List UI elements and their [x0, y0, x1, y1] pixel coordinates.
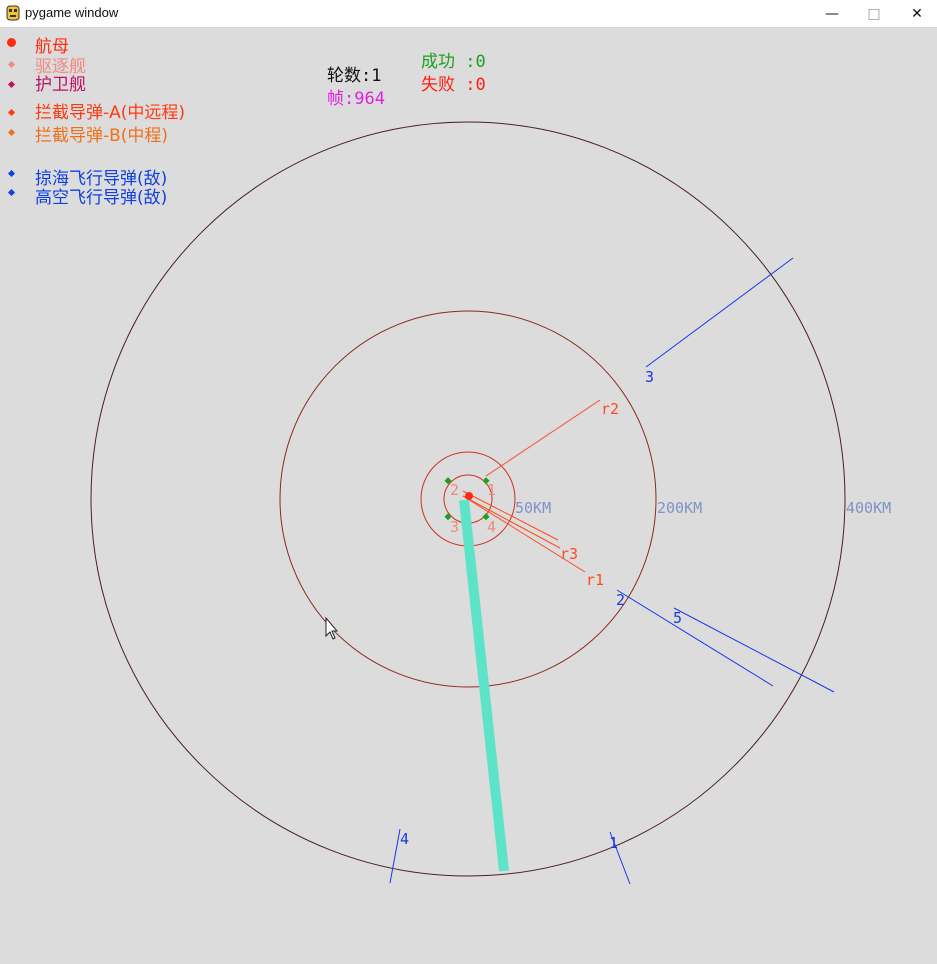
radar-line-r2 [485, 399, 601, 477]
pygame-snake-icon [6, 5, 20, 21]
close-button[interactable]: ✕ [895, 0, 937, 27]
legend-frigate: 护卫舰 [35, 75, 86, 95]
escort-label-2: 2 [450, 481, 460, 499]
window-title: pygame window [25, 5, 119, 20]
simulation-canvas[interactable]: 航母 驱逐舰 护卫舰 拦截导弹-A(中远程) 拦截导弹-B(中程) 掠海飞行导弹… [0, 28, 937, 964]
enemy-track-2 [616, 589, 774, 687]
enemy-track-3 [645, 257, 794, 368]
escort-label-4: 4 [487, 518, 497, 536]
enemy-label-1: 1 [609, 834, 619, 852]
legend-interceptor-b: 拦截导弹-B(中程) [35, 126, 169, 146]
enemy-track-4 [389, 828, 401, 884]
radar-label-r2: r2 [601, 400, 620, 418]
radar-label-r1: r1 [586, 571, 605, 589]
enemy-label-4: 4 [400, 830, 410, 848]
escort-label-3: 3 [450, 518, 460, 536]
success-counter: 成功 :0 [421, 52, 486, 72]
legend-high-altitude-missile: 高空飞行导弹(敌) [35, 188, 168, 208]
range-label-200km: 200KM [657, 499, 703, 517]
fail-counter: 失败 :0 [421, 75, 486, 95]
mouse-cursor-icon [325, 616, 339, 640]
enemy-track-5 [673, 607, 835, 693]
carrier-legend-dot [7, 38, 16, 47]
legend-interceptor-a: 拦截导弹-A(中远程) [35, 103, 186, 123]
carrier-marker [465, 492, 473, 500]
title-bar[interactable]: pygame window — □ ✕ [0, 0, 937, 28]
enemy-label-3: 3 [645, 368, 655, 386]
laser-beam [459, 499, 509, 872]
enemy-label-5: 5 [673, 609, 683, 627]
frame-counter: 帧:964 [327, 89, 385, 109]
rounds-counter: 轮数:1 [327, 66, 382, 86]
range-label-400km: 400KM [846, 499, 892, 517]
range-label-50km: 50KM [515, 499, 552, 517]
pygame-window: pygame window — □ ✕ 航母 驱逐舰 护卫舰 拦截导弹-A(中远… [0, 0, 937, 964]
radar-label-r3: r3 [560, 545, 579, 563]
escort-label-1: 1 [487, 481, 497, 499]
minimize-button[interactable]: — [810, 0, 854, 27]
enemy-label-2: 2 [616, 591, 626, 609]
maximize-button[interactable]: □ [852, 0, 896, 27]
